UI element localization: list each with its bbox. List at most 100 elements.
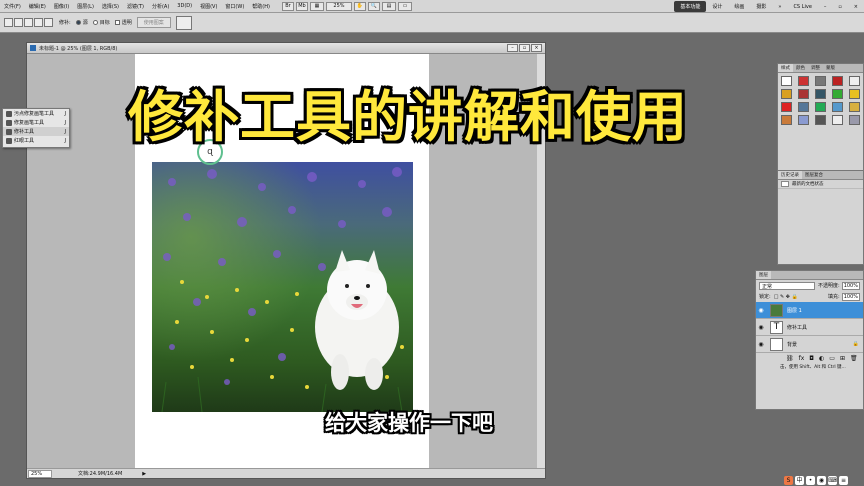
menu-file[interactable]: 文件(F) (0, 3, 25, 10)
flyout-healing-brush[interactable]: 修复画笔工具 J (3, 118, 69, 127)
ime-menu-icon[interactable]: ≡ (839, 476, 848, 485)
tab-masks[interactable]: 蒙版 (823, 64, 838, 72)
style-swatch[interactable] (815, 115, 826, 125)
blend-mode-select[interactable]: 正常 (759, 281, 815, 290)
menu-3d[interactable]: 3D(D) (173, 3, 196, 9)
style-swatch[interactable] (815, 76, 826, 86)
style-swatch[interactable] (781, 102, 792, 112)
extras-button[interactable]: ▦ (309, 1, 324, 11)
style-swatch[interactable] (798, 115, 809, 125)
tab-adjustments[interactable]: 调整 (808, 64, 823, 72)
source-radio[interactable]: 源 (75, 19, 88, 26)
pattern-picker-icon[interactable] (175, 15, 192, 30)
window-minimize-icon[interactable]: – (818, 1, 833, 12)
style-swatch[interactable] (781, 115, 792, 125)
document-tab[interactable]: 未标题-1 @ 25% (图层 1, RGB/8) – ▫ × (27, 43, 545, 54)
flyout-red-eye[interactable]: 红眼工具 J (3, 136, 69, 145)
intersect-selection-icon[interactable] (44, 18, 53, 27)
adjustment-layer-icon[interactable]: ◐ (819, 355, 824, 362)
ime-keyboard-icon[interactable]: ⌨ (828, 476, 837, 485)
flyout-spot-healing-brush[interactable]: 污点修复画笔工具 J (3, 109, 69, 118)
style-swatch[interactable] (815, 89, 826, 99)
menu-layer[interactable]: 图层(L) (73, 3, 98, 10)
workspace-painting[interactable]: 绘画 (728, 1, 750, 12)
transparent-checkbox[interactable]: 透明 (114, 19, 132, 26)
tab-color[interactable]: 颜色 (793, 64, 808, 72)
status-zoom-field[interactable]: 25% (28, 469, 52, 478)
layer-visibility-eye-icon[interactable]: ◉ (756, 324, 766, 331)
style-swatch[interactable] (781, 89, 792, 99)
style-swatch[interactable] (798, 102, 809, 112)
screen-mode-button[interactable]: ▭ (397, 1, 412, 11)
doc-minimize-icon[interactable]: – (507, 44, 518, 52)
opacity-input[interactable]: 100% (841, 281, 860, 290)
layer-row[interactable]: ◉ 背景 🔒 (756, 336, 863, 353)
add-mask-icon[interactable]: ◘ (809, 355, 814, 362)
new-group-icon[interactable]: ▭ (829, 355, 835, 362)
new-layer-icon[interactable]: ⊞ (840, 355, 845, 362)
style-swatch[interactable] (798, 76, 809, 86)
layer-row[interactable]: ◉ T 修补工具 (756, 319, 863, 336)
zoom-tool-button[interactable]: 🔍 (367, 1, 380, 11)
workspace-photography[interactable]: 摄影 (750, 1, 772, 12)
style-swatch[interactable] (832, 76, 843, 86)
style-swatch[interactable] (815, 102, 826, 112)
samoyed-dog-photo[interactable] (152, 162, 413, 412)
style-swatch[interactable] (849, 89, 860, 99)
menu-edit[interactable]: 编辑(E) (25, 3, 50, 10)
menu-view[interactable]: 视图(V) (196, 3, 221, 10)
menu-select[interactable]: 选择(S) (98, 3, 123, 10)
workspace-design[interactable]: 设计 (706, 1, 728, 12)
link-layers-icon[interactable]: ⛓ (786, 355, 794, 362)
workspace-essentials[interactable]: 基本功能 (674, 1, 707, 12)
status-arrow-icon[interactable]: ▶ (142, 471, 146, 477)
menu-filter[interactable]: 滤镜(T) (123, 3, 148, 10)
subtract-selection-icon[interactable] (34, 18, 43, 27)
add-selection-icon[interactable] (24, 18, 33, 27)
patch-tool-icon[interactable] (4, 18, 13, 27)
style-swatch[interactable] (849, 102, 860, 112)
menu-help[interactable]: 帮助(H) (248, 3, 274, 10)
tab-layer-comps[interactable]: 图层复合 (802, 171, 826, 179)
doc-restore-icon[interactable]: ▫ (519, 44, 530, 52)
fill-input[interactable]: 100% (841, 292, 860, 301)
style-swatch[interactable] (832, 102, 843, 112)
ime-punct-icon[interactable]: • (806, 476, 815, 485)
layer-visibility-eye-icon[interactable]: ◉ (756, 307, 766, 314)
ime-mode-icon[interactable]: 中 (795, 476, 804, 485)
menu-analysis[interactable]: 分析(A) (148, 3, 173, 10)
tab-layers[interactable]: 图层 (756, 271, 771, 279)
ime-mic-icon[interactable]: ◉ (817, 476, 826, 485)
ime-logo-icon[interactable]: S (784, 476, 793, 485)
style-swatch[interactable] (781, 76, 792, 86)
layer-visibility-eye-icon[interactable]: ◉ (756, 341, 766, 348)
style-swatch[interactable] (849, 115, 860, 125)
menu-window[interactable]: 窗口(W) (221, 3, 248, 10)
window-close-icon[interactable]: × (848, 1, 864, 12)
tab-history[interactable]: 历史记录 (778, 171, 802, 179)
window-restore-icon[interactable]: ▫ (832, 1, 847, 12)
target-radio[interactable]: 目标 (92, 19, 110, 26)
new-selection-icon[interactable] (14, 18, 23, 27)
tab-styles[interactable]: 样式 (778, 64, 793, 72)
style-swatch[interactable] (798, 89, 809, 99)
zoom-select[interactable]: 25% (325, 1, 352, 11)
arrange-button[interactable]: ▤ (381, 1, 396, 11)
cs-live-button[interactable]: CS Live (787, 1, 817, 12)
lock-icons[interactable]: □ ✎ ✥ 🔒 (774, 294, 798, 300)
style-swatch[interactable] (849, 76, 860, 86)
history-state[interactable]: 最新的文档状态 (778, 180, 863, 189)
layer-row[interactable]: ◉ 图层 1 (756, 302, 863, 319)
flyout-patch-tool[interactable]: 修补工具 J (3, 127, 69, 136)
menu-image[interactable]: 图像(I) (50, 3, 73, 10)
workspace-more-icon[interactable]: » (772, 1, 787, 12)
layer-style-icon[interactable]: fx (799, 355, 805, 362)
bridge-button[interactable]: Br (281, 1, 294, 11)
minibridge-button[interactable]: Mb (295, 1, 308, 11)
style-swatch[interactable] (832, 115, 843, 125)
doc-close-icon[interactable]: × (531, 44, 542, 52)
delete-layer-icon[interactable]: 🗑 (850, 355, 858, 362)
use-pattern-button[interactable]: 使用图案 (136, 17, 171, 28)
hand-tool-button[interactable]: ✋ (353, 1, 366, 11)
style-swatch[interactable] (832, 89, 843, 99)
